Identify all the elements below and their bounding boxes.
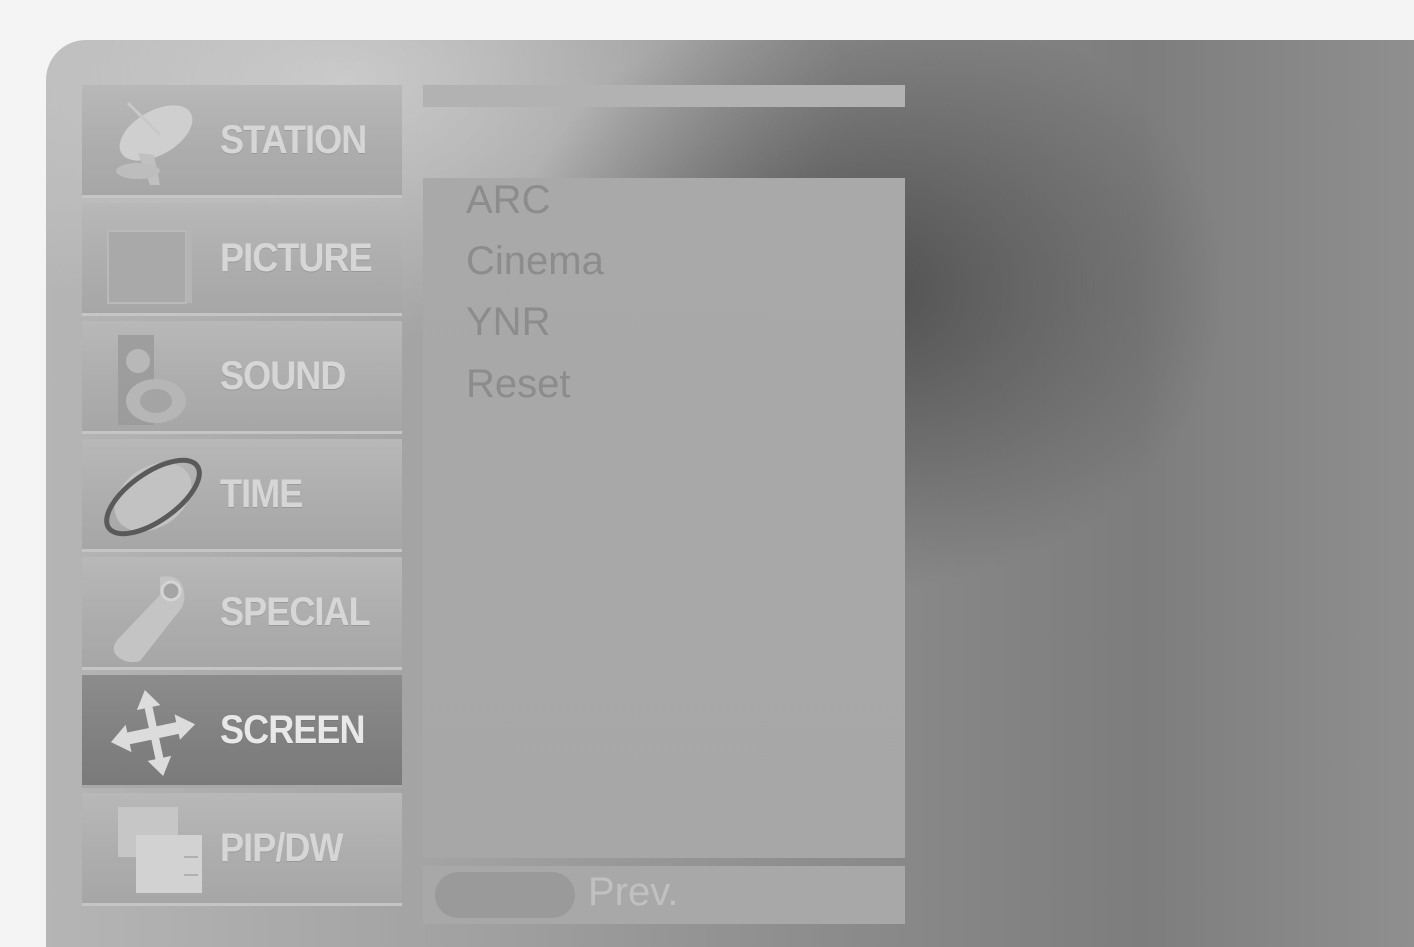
globe-orbit-icon [104,457,202,537]
satellite-dish-icon [116,101,193,185]
menu-label-sound: SOUND [220,354,346,398]
tag-icon [113,576,185,663]
menu-label-screen: SCREEN [220,708,366,752]
submenu-header-bar [423,85,905,107]
menu-item-screen[interactable]: SCREEN [82,675,402,788]
picture-icon [107,225,192,304]
submenu-item-ynr[interactable]: YNR [466,300,550,345]
screen-submenu: ARC Cinema YNR Reset [423,178,905,858]
main-menu: STATION PICTURE SOUND TIME SPECIAL SCREE… [82,85,402,911]
menu-item-sound[interactable]: SOUND [82,321,402,434]
prev-label: Prev. [588,870,679,914]
menu-label-picture: PICTURE [220,236,373,280]
speaker-icon [118,335,186,425]
four-way-arrows-icon [110,689,196,777]
submenu-item-arc[interactable]: ARC [466,178,550,223]
menu-label-station: STATION [220,118,367,162]
overlapping-windows-icon [118,807,202,893]
submenu-item-cinema[interactable]: Cinema [466,239,604,284]
menu-label-pip-dw: PIP/DW [220,826,344,870]
menu-label-time: TIME [220,472,303,516]
prev-button[interactable] [435,872,575,918]
menu-item-special[interactable]: SPECIAL [82,557,402,670]
tv-osd-menu: STATION PICTURE SOUND TIME SPECIAL SCREE… [46,40,1414,947]
submenu-item-reset[interactable]: Reset [466,362,571,407]
menu-item-time[interactable]: TIME [82,439,402,552]
menu-item-pip-dw[interactable]: PIP/DW [82,793,402,906]
menu-item-picture[interactable]: PICTURE [82,203,402,316]
submenu-footer: Prev. [423,866,905,924]
menu-item-station[interactable]: STATION [82,85,402,198]
menu-label-special: SPECIAL [220,590,371,634]
